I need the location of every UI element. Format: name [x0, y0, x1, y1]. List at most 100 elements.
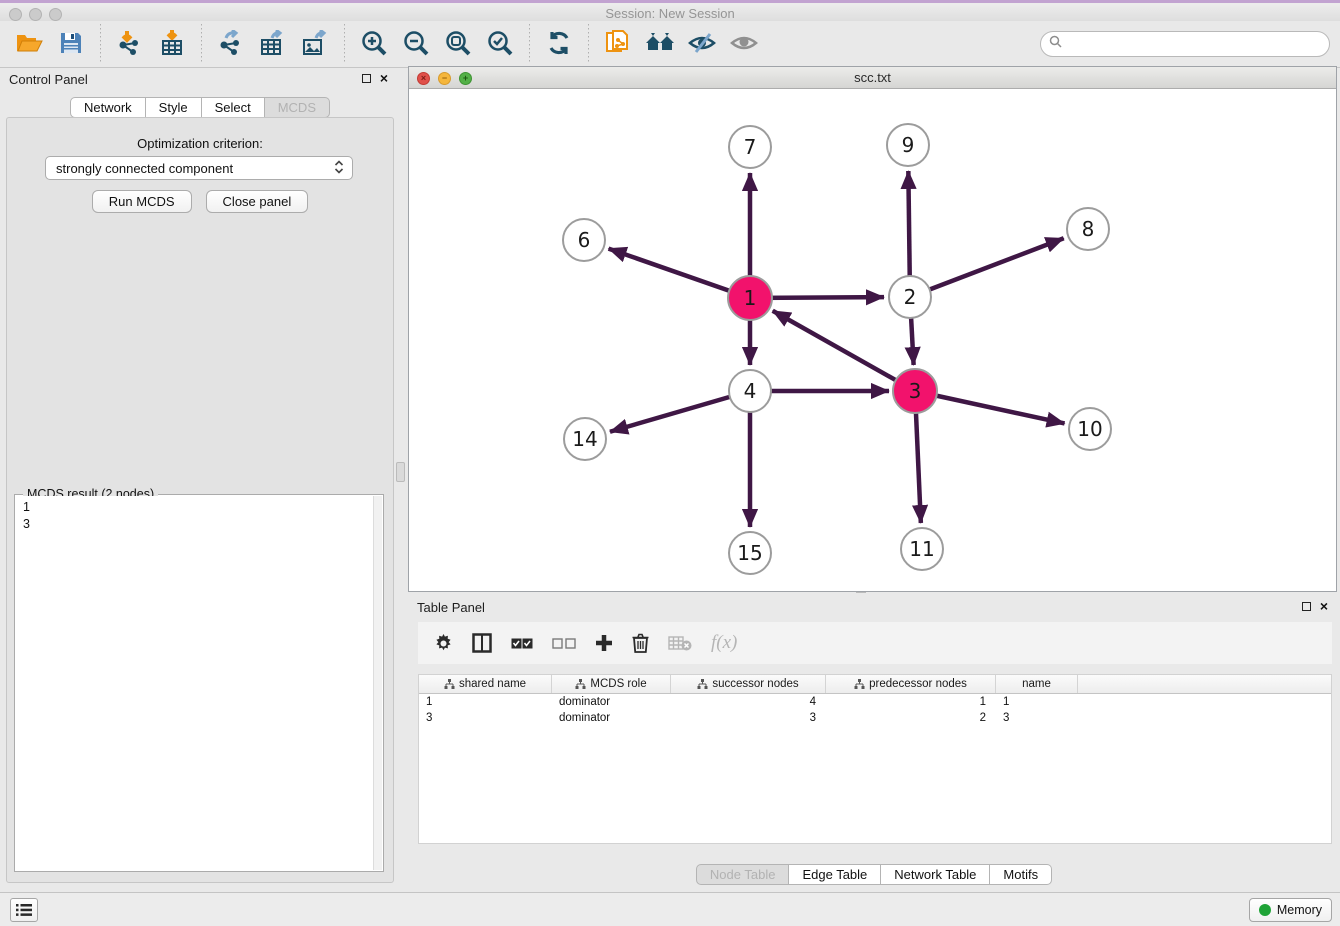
- tab-select[interactable]: Select: [202, 97, 265, 118]
- add-icon[interactable]: [595, 634, 613, 652]
- zoom-fit-icon: [445, 30, 471, 59]
- svg-text:11: 11: [909, 537, 934, 561]
- column-header-shared-name[interactable]: shared name: [419, 675, 552, 693]
- mcds-result-item[interactable]: 3: [23, 516, 373, 533]
- graph-node-2[interactable]: 2: [889, 276, 931, 318]
- save-session-button[interactable]: [56, 27, 86, 61]
- table-cell-successor_nodes: 4: [671, 694, 826, 710]
- search-input[interactable]: [1067, 37, 1321, 52]
- delete-icon[interactable]: [632, 633, 649, 653]
- graph-node-1[interactable]: 1: [728, 276, 772, 320]
- graph-node-6[interactable]: 6: [563, 219, 605, 261]
- search-field[interactable]: [1040, 31, 1330, 57]
- graph-node-11[interactable]: 11: [901, 528, 943, 570]
- function-builder-icon[interactable]: f(x): [711, 632, 737, 654]
- import-network-button[interactable]: [115, 27, 145, 61]
- tab-node-table[interactable]: Node Table: [696, 864, 790, 885]
- table-cell-name: 3: [996, 710, 1078, 726]
- optimization-criterion-label: Optimization criterion:: [7, 136, 393, 151]
- graph-node-14[interactable]: 14: [564, 418, 606, 460]
- network-title: scc.txt: [409, 70, 1336, 85]
- tab-mcds[interactable]: MCDS: [265, 97, 330, 118]
- graph-node-10[interactable]: 10: [1069, 408, 1111, 450]
- svg-text:9: 9: [902, 133, 915, 157]
- table-cell-shared_name: 3: [419, 710, 552, 726]
- network-graph[interactable]: 7 9 6 8 1 2 4 3 14 10 15 11: [409, 89, 1336, 591]
- import-table-icon: [160, 30, 184, 59]
- column-header-predecessor-nodes[interactable]: predecessor nodes: [826, 675, 996, 693]
- tab-network-table[interactable]: Network Table: [881, 864, 990, 885]
- open-file-button[interactable]: [14, 27, 44, 61]
- column-header-mcds-role[interactable]: MCDS role: [552, 675, 671, 693]
- table-cell-predecessor_nodes: 2: [826, 710, 996, 726]
- zoom-out-button[interactable]: [401, 27, 431, 61]
- table-toolbar: f(x): [418, 622, 1332, 664]
- graph-node-15[interactable]: 15: [729, 532, 771, 574]
- tab-motifs[interactable]: Motifs: [990, 864, 1052, 885]
- control-panel-title: Control Panel: [9, 72, 88, 87]
- graph-node-3[interactable]: 3: [893, 369, 937, 413]
- network-documents-icon: [605, 29, 631, 60]
- table-tabs: Node Table Edge Table Network Table Moti…: [408, 864, 1340, 885]
- mcds-result-item[interactable]: 1: [23, 499, 373, 516]
- table-row[interactable]: 1dominator411: [419, 694, 1331, 710]
- table-row[interactable]: 3dominator323: [419, 710, 1331, 726]
- first-neighbors-button[interactable]: [645, 27, 675, 61]
- main-toolbar: [0, 21, 1340, 68]
- graph-node-7[interactable]: 7: [729, 126, 771, 168]
- table-cell-name: 1: [996, 694, 1078, 710]
- mcds-result-list[interactable]: 13: [16, 496, 373, 870]
- panel-divider-handle[interactable]: [396, 462, 405, 482]
- tab-edge-table[interactable]: Edge Table: [789, 864, 881, 885]
- network-window-titlebar[interactable]: × − + scc.txt: [409, 67, 1336, 89]
- show-columns-icon[interactable]: [472, 633, 492, 653]
- run-mcds-button[interactable]: Run MCDS: [92, 190, 192, 213]
- column-type-icon: [575, 679, 586, 689]
- zoom-selected-button[interactable]: [485, 27, 515, 61]
- zoom-fit-button[interactable]: [443, 27, 473, 61]
- apply-layout-button[interactable]: [544, 27, 574, 61]
- result-scrollbar[interactable]: [373, 496, 382, 870]
- table-body[interactable]: 1dominator4113dominator323: [419, 694, 1331, 843]
- export-image-button[interactable]: [300, 27, 330, 61]
- tab-network[interactable]: Network: [70, 97, 146, 118]
- float-panel-icon[interactable]: [362, 74, 371, 83]
- mcds-result-group: MCDS result (2 nodes) 13: [14, 494, 384, 872]
- toolbar-separator: [201, 24, 202, 64]
- task-history-button[interactable]: [10, 898, 38, 922]
- import-table-button[interactable]: [157, 27, 187, 61]
- close-panel-button[interactable]: Close panel: [206, 190, 309, 213]
- unselect-all-icon[interactable]: [552, 638, 576, 649]
- graph-edge-2-8[interactable]: [910, 238, 1064, 297]
- graph-node-4[interactable]: 4: [729, 370, 771, 412]
- tab-style[interactable]: Style: [146, 97, 202, 118]
- column-header-successor-nodes[interactable]: successor nodes: [671, 675, 826, 693]
- export-network-icon: [218, 30, 244, 59]
- graph-node-9[interactable]: 9: [887, 124, 929, 166]
- network-canvas[interactable]: 7 9 6 8 1 2 4 3 14 10 15 11: [409, 89, 1336, 591]
- hide-selected-button[interactable]: [687, 27, 717, 61]
- list-icon: [16, 903, 32, 917]
- memory-button[interactable]: Memory: [1249, 898, 1332, 922]
- close-panel-icon[interactable]: ×: [1320, 602, 1328, 611]
- delete-table-icon[interactable]: [668, 635, 692, 651]
- control-panel-tabs: Network Style Select MCDS: [0, 97, 400, 118]
- graph-node-8[interactable]: 8: [1067, 208, 1109, 250]
- float-panel-icon[interactable]: [1302, 602, 1311, 611]
- show-all-button[interactable]: [729, 27, 759, 61]
- column-header-name[interactable]: name: [996, 675, 1078, 693]
- graph-edge-3-1[interactable]: [773, 311, 915, 391]
- export-network-button[interactable]: [216, 27, 246, 61]
- settings-gear-icon[interactable]: [434, 634, 453, 653]
- optimization-criterion-select[interactable]: strongly connected component: [45, 156, 353, 180]
- table-cell-mcds_role: dominator: [552, 710, 671, 726]
- select-all-icon[interactable]: [511, 638, 533, 649]
- zoom-in-button[interactable]: [359, 27, 389, 61]
- toolbar-separator: [588, 24, 589, 64]
- close-panel-icon[interactable]: ×: [380, 74, 388, 83]
- new-network-from-selection-button[interactable]: [603, 27, 633, 61]
- table-cell-shared_name: 1: [419, 694, 552, 710]
- status-bar: Memory: [0, 892, 1340, 926]
- dropdown-stepper-icon: [334, 159, 344, 178]
- export-table-button[interactable]: [258, 27, 288, 61]
